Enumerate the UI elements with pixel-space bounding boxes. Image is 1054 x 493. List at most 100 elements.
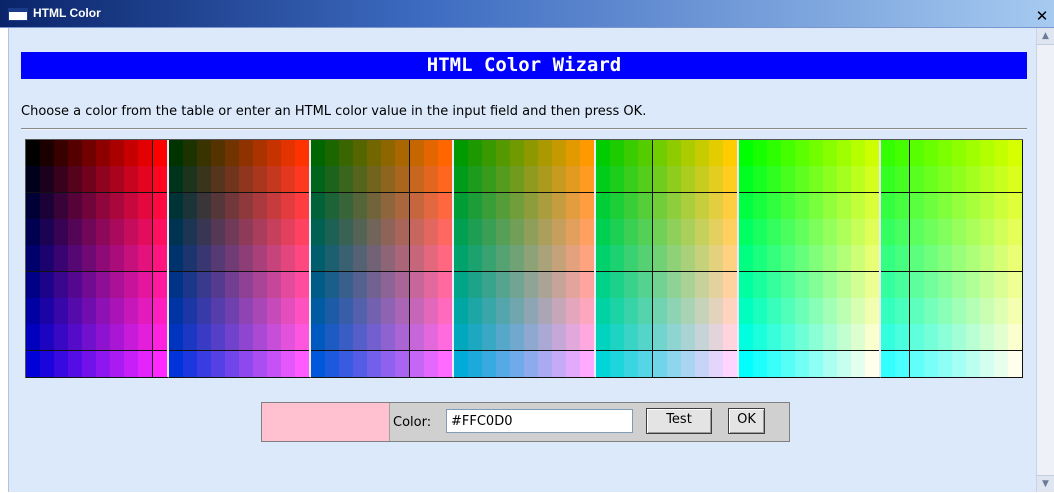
color-swatch[interactable] xyxy=(311,324,327,352)
color-swatch[interactable] xyxy=(766,140,782,167)
color-swatch[interactable] xyxy=(495,350,511,378)
color-swatch[interactable] xyxy=(895,166,911,194)
color-swatch[interactable] xyxy=(481,350,497,378)
color-swatch[interactable] xyxy=(979,324,995,352)
color-swatch[interactable] xyxy=(210,350,226,378)
color-swatch[interactable] xyxy=(210,298,226,325)
color-swatch[interactable] xyxy=(238,298,254,325)
color-swatch[interactable] xyxy=(566,271,582,299)
color-swatch[interactable] xyxy=(339,298,355,325)
color-swatch[interactable] xyxy=(367,271,383,299)
color-swatch[interactable] xyxy=(895,140,911,167)
color-swatch[interactable] xyxy=(281,298,297,325)
color-swatch[interactable] xyxy=(738,166,754,194)
color-swatch[interactable] xyxy=(993,245,1009,273)
color-swatch[interactable] xyxy=(367,350,383,378)
color-swatch[interactable] xyxy=(610,350,626,378)
color-swatch[interactable] xyxy=(766,271,782,299)
color-swatch[interactable] xyxy=(895,245,911,273)
color-swatch[interactable] xyxy=(909,271,925,299)
color-swatch[interactable] xyxy=(395,140,411,167)
color-swatch[interactable] xyxy=(182,219,198,246)
color-swatch[interactable] xyxy=(82,192,98,220)
color-swatch[interactable] xyxy=(495,166,511,194)
color-swatch[interactable] xyxy=(182,166,198,194)
color-swatch[interactable] xyxy=(881,166,897,194)
color-swatch[interactable] xyxy=(708,192,724,220)
color-swatch[interactable] xyxy=(367,245,383,273)
color-swatch[interactable] xyxy=(423,140,439,167)
color-swatch[interactable] xyxy=(381,271,397,299)
color-swatch[interactable] xyxy=(610,140,626,167)
color-swatch[interactable] xyxy=(837,271,853,299)
color-swatch[interactable] xyxy=(467,219,483,246)
color-swatch[interactable] xyxy=(580,298,596,325)
color-swatch[interactable] xyxy=(823,245,839,273)
color-swatch[interactable] xyxy=(596,324,612,352)
color-swatch[interactable] xyxy=(738,140,754,167)
color-swatch[interactable] xyxy=(552,298,568,325)
color-swatch[interactable] xyxy=(54,192,70,220)
color-swatch[interactable] xyxy=(937,140,953,167)
color-swatch[interactable] xyxy=(624,219,640,246)
color-swatch[interactable] xyxy=(266,140,282,167)
color-swatch[interactable] xyxy=(781,350,797,378)
color-swatch[interactable] xyxy=(937,245,953,273)
color-swatch[interactable] xyxy=(395,219,411,246)
color-swatch[interactable] xyxy=(738,192,754,220)
color-swatch[interactable] xyxy=(694,350,710,378)
color-swatch[interactable] xyxy=(993,324,1009,352)
color-swatch[interactable] xyxy=(538,324,554,352)
color-swatch[interactable] xyxy=(596,350,612,378)
color-swatch[interactable] xyxy=(138,245,154,273)
color-swatch[interactable] xyxy=(168,166,184,194)
color-swatch[interactable] xyxy=(566,219,582,246)
color-swatch[interactable] xyxy=(951,166,967,194)
color-swatch[interactable] xyxy=(766,298,782,325)
color-swatch[interactable] xyxy=(979,140,995,167)
color-swatch[interactable] xyxy=(353,245,369,273)
color-swatch[interactable] xyxy=(566,298,582,325)
color-swatch[interactable] xyxy=(552,271,568,299)
color-swatch[interactable] xyxy=(666,298,682,325)
color-swatch[interactable] xyxy=(138,350,154,378)
color-swatch[interactable] xyxy=(152,298,168,325)
color-swatch[interactable] xyxy=(339,324,355,352)
color-swatch[interactable] xyxy=(367,166,383,194)
color-swatch[interactable] xyxy=(295,140,311,167)
color-swatch[interactable] xyxy=(182,271,198,299)
color-swatch[interactable] xyxy=(82,166,98,194)
color-swatch[interactable] xyxy=(795,324,811,352)
color-swatch[interactable] xyxy=(252,192,268,220)
color-swatch[interactable] xyxy=(152,219,168,246)
color-swatch[interactable] xyxy=(694,245,710,273)
color-swatch[interactable] xyxy=(781,271,797,299)
color-swatch[interactable] xyxy=(694,271,710,299)
color-swatch[interactable] xyxy=(353,192,369,220)
color-swatch[interactable] xyxy=(738,324,754,352)
color-swatch[interactable] xyxy=(54,166,70,194)
color-swatch[interactable] xyxy=(624,166,640,194)
color-swatch[interactable] xyxy=(110,271,126,299)
color-swatch[interactable] xyxy=(538,140,554,167)
color-swatch[interactable] xyxy=(881,192,897,220)
color-swatch[interactable] xyxy=(694,298,710,325)
color-swatch[interactable] xyxy=(524,140,539,167)
color-swatch[interactable] xyxy=(453,245,469,273)
color-swatch[interactable] xyxy=(979,350,995,378)
color-swatch[interactable] xyxy=(580,271,596,299)
color-swatch[interactable] xyxy=(26,245,41,273)
color-swatch[interactable] xyxy=(694,219,710,246)
color-swatch[interactable] xyxy=(68,271,84,299)
color-swatch[interactable] xyxy=(196,192,212,220)
color-swatch[interactable] xyxy=(395,192,411,220)
color-swatch[interactable] xyxy=(437,271,453,299)
color-swatch[interactable] xyxy=(325,140,341,167)
scroll-up-icon[interactable]: ▲ xyxy=(1037,28,1054,45)
color-swatch[interactable] xyxy=(624,140,640,167)
color-swatch[interactable] xyxy=(339,245,355,273)
color-swatch[interactable] xyxy=(538,192,554,220)
color-swatch[interactable] xyxy=(638,140,654,167)
color-swatch[interactable] xyxy=(680,298,696,325)
color-swatch[interactable] xyxy=(610,271,626,299)
